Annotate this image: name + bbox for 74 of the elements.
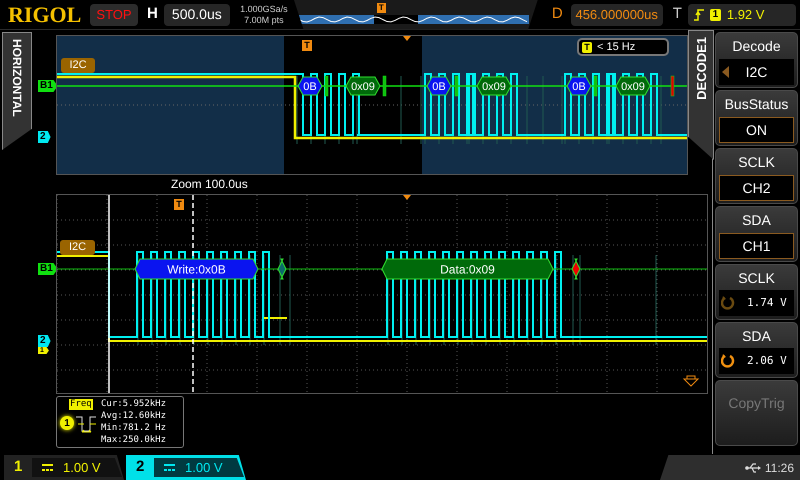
menu-item-label: CopyTrig xyxy=(728,394,785,413)
delay-label: D xyxy=(552,4,563,24)
menu-item[interactable]: SCLK 1.74 V xyxy=(715,264,798,320)
ack-marker xyxy=(571,258,581,280)
menu-item-label: SCLK xyxy=(737,269,776,287)
channel-tab[interactable]: 2 1.00 V xyxy=(126,455,246,480)
measurement-value: Cur:5.952kHz xyxy=(101,398,166,410)
menu-item-value: ON xyxy=(746,120,767,140)
trigger-label: T xyxy=(672,4,682,24)
trigger-marker: T xyxy=(174,199,184,210)
horizontal-label: H xyxy=(147,4,158,24)
run-state[interactable]: STOP xyxy=(90,4,138,26)
menu-item[interactable]: Decode I2C xyxy=(715,32,798,88)
menu-item[interactable]: SDA 2.06 V xyxy=(715,322,798,378)
channel-marker: 2 xyxy=(38,131,51,143)
position-marker: T xyxy=(376,2,386,12)
channel-badge: 1 xyxy=(60,416,74,430)
menu-item[interactable]: SDA CH1 xyxy=(715,206,798,262)
zoom-title: Zoom 100.0us xyxy=(171,176,249,193)
side-tab-label: HORIZONTAL xyxy=(11,39,23,117)
measurement-value: Max:250.0kHz xyxy=(101,434,166,446)
rising-edge-icon xyxy=(694,8,704,20)
channel-number: 1 xyxy=(14,457,24,478)
decode-packet: 0B xyxy=(297,76,323,96)
side-tab[interactable]: HORIZONTAL xyxy=(2,32,32,150)
decode-packet: 0B xyxy=(426,76,452,96)
trigger-badge-icon: T xyxy=(582,42,592,52)
channel-marker: B1 xyxy=(38,80,58,92)
measurement-value: Avg:12.60kHz xyxy=(101,410,166,422)
channel-marker: B1 xyxy=(38,263,58,275)
trigger-level-arrow-icon xyxy=(684,376,700,386)
menu-item-label: BusStatus xyxy=(724,95,790,113)
menu-item-value: 1.74 V xyxy=(747,294,787,311)
trigger-frequency: < 15 Hz xyxy=(597,40,636,55)
trigger-position-icon xyxy=(403,195,411,200)
menu-item-value: 2.06 V xyxy=(747,352,787,369)
cursor-line[interactable] xyxy=(192,195,194,393)
menu-item-label: Decode xyxy=(731,37,782,55)
decode-packet: 0x09 xyxy=(345,76,381,96)
menu-item-value: CH1 xyxy=(742,236,770,256)
menu-item-label: SCLK xyxy=(737,153,776,171)
memory-depth: 7.00M pts xyxy=(244,14,284,26)
menu-item-value: CH2 xyxy=(742,178,770,198)
memory-wave-icon xyxy=(298,14,529,24)
trigger-level: 1.92 V xyxy=(726,6,764,24)
trigger-marker: T xyxy=(302,40,312,51)
channel-marker: 2 xyxy=(38,335,51,347)
measurement-type: Freq xyxy=(69,399,93,410)
decode-packet: 0B xyxy=(566,76,592,96)
menu-item[interactable]: SCLK CH2 xyxy=(715,148,798,204)
caret-icon xyxy=(722,66,729,78)
usb-icon xyxy=(744,462,761,472)
timebase-value: 500.0us xyxy=(164,4,230,26)
channel-scale: 1.00 V xyxy=(185,458,223,477)
trigger-position-icon xyxy=(403,36,411,41)
sample-rate: 1.000GSa/s xyxy=(240,4,288,14)
brand-logo: RIGOL xyxy=(8,4,82,26)
trigger-channel: 1 xyxy=(710,8,721,20)
decode-packet: Data:0x09 xyxy=(381,258,554,280)
menu-item-value: I2C xyxy=(746,62,768,82)
ack-marker xyxy=(277,258,287,280)
decode-packet: Write:0x0B xyxy=(134,258,259,280)
channel-number: 2 xyxy=(136,457,146,478)
menu-item-label: SDA xyxy=(741,327,772,345)
bus-label: I2C xyxy=(60,240,95,255)
menu-item-label: SDA xyxy=(741,211,772,229)
menu-item[interactable]: BusStatus ON xyxy=(715,90,798,146)
delay-value: 456.000000us xyxy=(570,4,663,26)
clock-time: 11:26 xyxy=(764,460,794,476)
bus-label: I2C xyxy=(61,58,95,73)
channel-scale: 1.00 V xyxy=(63,458,101,477)
menu-title: DECODE1 xyxy=(694,37,708,100)
channel-tab[interactable]: 1 1.00 V xyxy=(4,455,124,480)
measurement-value: Min:781.2 Hz xyxy=(101,422,166,434)
